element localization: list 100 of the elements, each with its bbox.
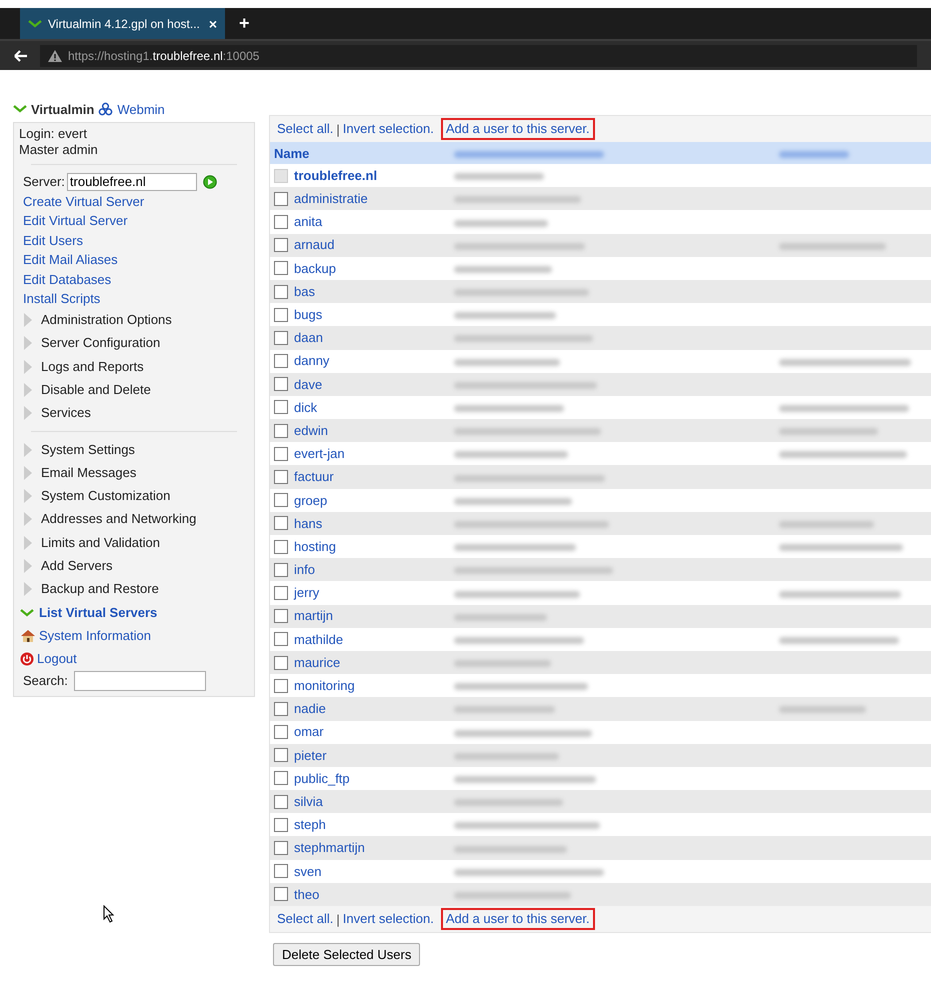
checkbox[interactable]	[274, 354, 288, 368]
sidebar-link[interactable]: Edit Virtual Server	[19, 211, 249, 231]
checkbox[interactable]	[274, 864, 288, 878]
checkbox[interactable]	[274, 771, 288, 786]
checkbox[interactable]	[274, 678, 288, 693]
user-link[interactable]: public_ftp	[294, 768, 350, 788]
checkbox[interactable]	[274, 377, 288, 392]
user-link[interactable]: anita	[294, 212, 322, 232]
add-user-link[interactable]: Add a user to this server.	[440, 118, 595, 140]
checkbox[interactable]	[274, 562, 288, 577]
user-link[interactable]: groep	[294, 490, 328, 510]
delete-selected-users-button[interactable]: Delete Selected Users	[273, 943, 420, 966]
user-link[interactable]: evert-jan	[294, 444, 345, 464]
sidebar-link[interactable]: Edit Mail Aliases	[19, 250, 249, 270]
address-field[interactable]: https://hosting1.troublefree.nl:10005	[40, 44, 917, 66]
menu-category[interactable]: Backup and Restore	[41, 581, 159, 598]
user-link[interactable]: arnaud	[294, 235, 334, 255]
checkbox[interactable]	[274, 400, 288, 414]
user-link[interactable]: hans	[294, 514, 322, 534]
user-link[interactable]: danny	[294, 351, 330, 371]
sidebar-link[interactable]: Create Virtual Server	[19, 192, 249, 212]
select-all-link[interactable]: Select all.	[274, 119, 336, 139]
checkbox[interactable]	[274, 493, 288, 508]
user-link[interactable]: bas	[294, 282, 315, 302]
checkbox[interactable]	[274, 656, 288, 670]
browser-tab[interactable]: Virtualmin 4.12.gpl on host... ×	[20, 8, 225, 39]
checkbox[interactable]	[274, 446, 288, 461]
user-link[interactable]: stephmartijn	[294, 838, 365, 858]
checkbox[interactable]	[274, 308, 288, 322]
checkbox[interactable]	[274, 609, 288, 624]
user-link[interactable]: mathilde	[294, 630, 344, 650]
server-field[interactable]: troublefree.nl	[66, 172, 197, 190]
user-link[interactable]: sven	[294, 862, 322, 881]
user-link[interactable]: edwin	[294, 420, 328, 440]
checkbox[interactable]	[274, 841, 288, 856]
user-link[interactable]: bugs	[294, 305, 322, 324]
new-tab-button[interactable]: +	[239, 13, 250, 34]
sidebar-link[interactable]: Install Scripts	[19, 289, 249, 308]
menu-category[interactable]: List Virtual Servers	[39, 604, 158, 621]
user-link[interactable]: maurice	[294, 652, 340, 672]
chevron-icon[interactable]	[20, 608, 34, 617]
checkbox[interactable]	[274, 540, 288, 554]
user-link[interactable]: silvia	[294, 792, 323, 812]
add-user-link[interactable]: Add a user to this server.	[440, 908, 595, 930]
menu-category[interactable]: Limits and Validation	[41, 534, 160, 551]
user-link[interactable]: steph	[294, 815, 326, 835]
sidebar-link[interactable]: Edit Users	[19, 230, 249, 250]
user-link[interactable]: backup	[294, 258, 336, 278]
checkbox[interactable]	[274, 516, 288, 530]
menu-category[interactable]: System Customization	[41, 488, 170, 504]
checkbox[interactable]	[274, 748, 288, 762]
checkbox[interactable]	[274, 632, 288, 646]
checkbox[interactable]	[274, 818, 288, 832]
checkbox[interactable]	[274, 794, 288, 809]
user-link[interactable]: dick	[294, 398, 318, 418]
checkbox[interactable]	[274, 330, 288, 345]
user-link[interactable]: factuur	[294, 467, 334, 487]
checkbox[interactable]	[274, 702, 288, 716]
checkbox[interactable]	[274, 238, 288, 252]
user-link[interactable]: omar	[294, 722, 324, 742]
menu-category[interactable]: Addresses and Networking	[41, 511, 196, 528]
menu-category[interactable]: Add Servers	[41, 558, 113, 574]
checkbox[interactable]	[274, 586, 288, 600]
user-link[interactable]: monitoring	[294, 676, 355, 696]
menu-category[interactable]: System Settings	[41, 442, 135, 458]
user-link[interactable]: dave	[294, 374, 322, 394]
user-link[interactable]: hosting	[294, 536, 336, 556]
checkbox[interactable]	[274, 214, 288, 229]
go-icon[interactable]	[202, 174, 217, 188]
menu-category[interactable]: Services	[41, 405, 91, 422]
webmin-tab[interactable]: Webmin	[117, 102, 165, 116]
user-link[interactable]: nadie	[294, 699, 326, 719]
user-link[interactable]: administratie	[294, 189, 368, 208]
checkbox[interactable]	[274, 261, 288, 276]
checkbox[interactable]	[274, 192, 288, 206]
select-all-link[interactable]: Select all.	[274, 909, 336, 929]
user-link[interactable]: pieter	[294, 746, 327, 765]
close-icon[interactable]: ×	[208, 16, 217, 32]
sidebar-link[interactable]: Edit Databases	[19, 270, 249, 290]
user-link[interactable]: daan	[294, 328, 323, 348]
menu-category[interactable]: Administration Options	[41, 312, 172, 328]
system-information-link[interactable]: System Information	[37, 626, 151, 646]
checkbox[interactable]	[274, 887, 288, 902]
menu-category[interactable]: Server Configuration	[41, 335, 160, 352]
logout-link[interactable]: Logout	[35, 649, 77, 668]
checkbox[interactable]	[274, 424, 288, 438]
invert-selection-link[interactable]: Invert selection.	[340, 119, 437, 139]
user-link[interactable]: info	[294, 560, 315, 580]
checkbox[interactable]	[274, 470, 288, 484]
menu-category[interactable]: Logs and Reports	[41, 358, 144, 375]
user-link[interactable]: jerry	[294, 583, 320, 603]
invert-selection-link[interactable]: Invert selection.	[340, 909, 437, 929]
search-field[interactable]	[74, 670, 206, 691]
user-link[interactable]: martijn	[294, 606, 334, 626]
checkbox[interactable]	[274, 284, 288, 299]
back-icon[interactable]	[14, 50, 28, 62]
checkbox[interactable]	[274, 725, 288, 740]
menu-category[interactable]: Email Messages	[41, 464, 136, 481]
virtualmin-tab[interactable]: Virtualmin	[31, 102, 94, 116]
user-link[interactable]: theo	[294, 884, 320, 904]
